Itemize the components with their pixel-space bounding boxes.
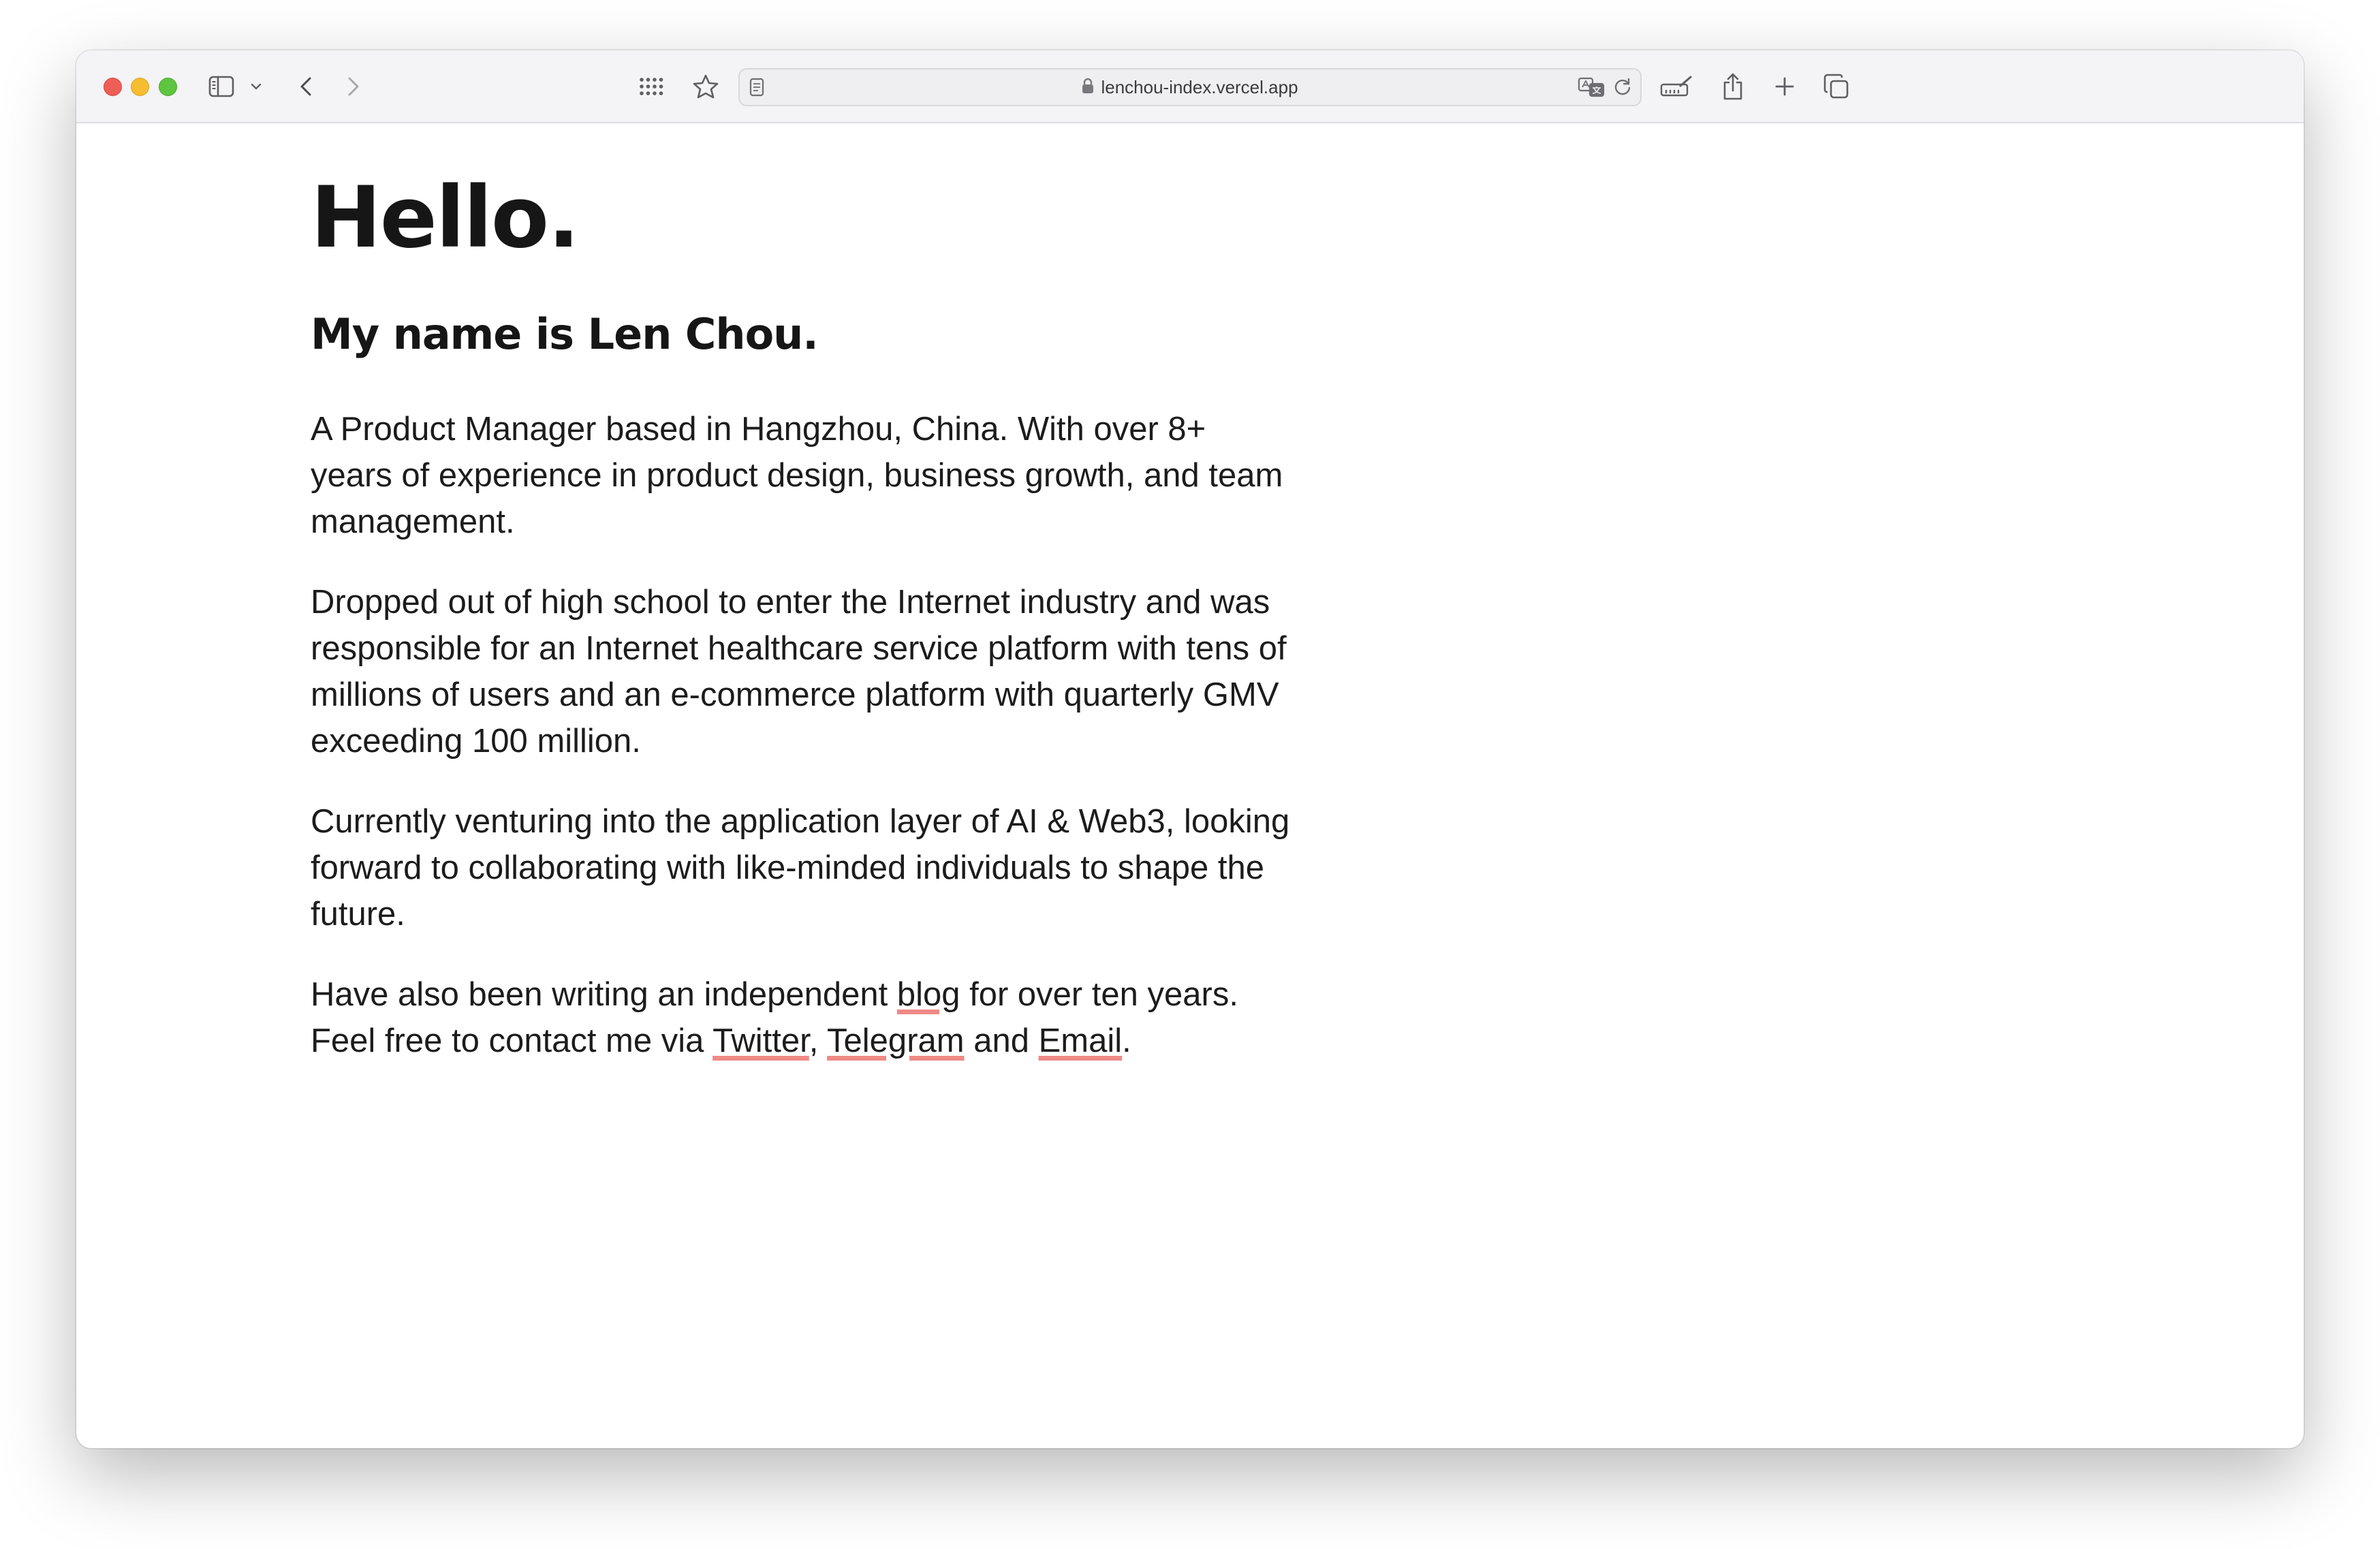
- sidebar-icon[interactable]: [206, 71, 237, 102]
- name-heading: My name is Len Chou.: [311, 309, 819, 359]
- share-icon[interactable]: [1719, 71, 1747, 102]
- contact-separator: ,: [809, 1022, 828, 1059]
- url-text: lenchou-index.vercel.app: [1101, 76, 1298, 97]
- address-bar[interactable]: lenchou-index.vercel.app: [738, 68, 1642, 106]
- background-paragraph: Dropped out of high school to enter the …: [311, 584, 1287, 760]
- intro-paragraph: A Product Manager based in Hangzhou, Chi…: [311, 411, 1283, 540]
- minimize-window-button[interactable]: [131, 78, 149, 96]
- ruler-pencil-icon[interactable]: [1659, 71, 1693, 102]
- lock-icon: [1082, 78, 1094, 97]
- blog-link[interactable]: blog: [897, 976, 960, 1013]
- greeting-heading: Hello.: [311, 169, 580, 267]
- translate-icon[interactable]: [1578, 77, 1605, 101]
- browser-window: lenchou-index.vercel.app Hello. My name …: [76, 50, 2304, 1448]
- chevron-left-icon[interactable]: [296, 71, 316, 102]
- reload-icon[interactable]: [1613, 78, 1632, 100]
- tabs-icon[interactable]: [1821, 71, 1851, 102]
- plus-icon[interactable]: [1772, 71, 1797, 102]
- twitter-link[interactable]: Twitter: [713, 1022, 809, 1059]
- contact-period: .: [1122, 1022, 1131, 1059]
- contact-text: and: [964, 1022, 1039, 1059]
- browser-toolbar: lenchou-index.vercel.app: [76, 50, 2304, 123]
- chevron-down-icon[interactable]: [249, 71, 263, 102]
- star-icon[interactable]: [691, 71, 721, 102]
- close-window-button[interactable]: [104, 78, 122, 96]
- grid-icon[interactable]: [636, 71, 666, 102]
- maximize-window-button[interactable]: [159, 78, 177, 96]
- url-container: lenchou-index.vercel.app: [740, 69, 1640, 105]
- telegram-link[interactable]: Telegram: [827, 1022, 965, 1059]
- chevron-right-icon[interactable]: [343, 71, 364, 102]
- contact-text: Have also been writing an independent: [311, 976, 897, 1013]
- current-focus-paragraph: Currently venturing into the application…: [311, 803, 1290, 933]
- contact-paragraph: Have also been writing an independent bl…: [311, 971, 1291, 1064]
- page-content: Hello. My name is Len Chou. A Product Ma…: [311, 176, 1291, 1064]
- email-link[interactable]: Email: [1039, 1022, 1123, 1059]
